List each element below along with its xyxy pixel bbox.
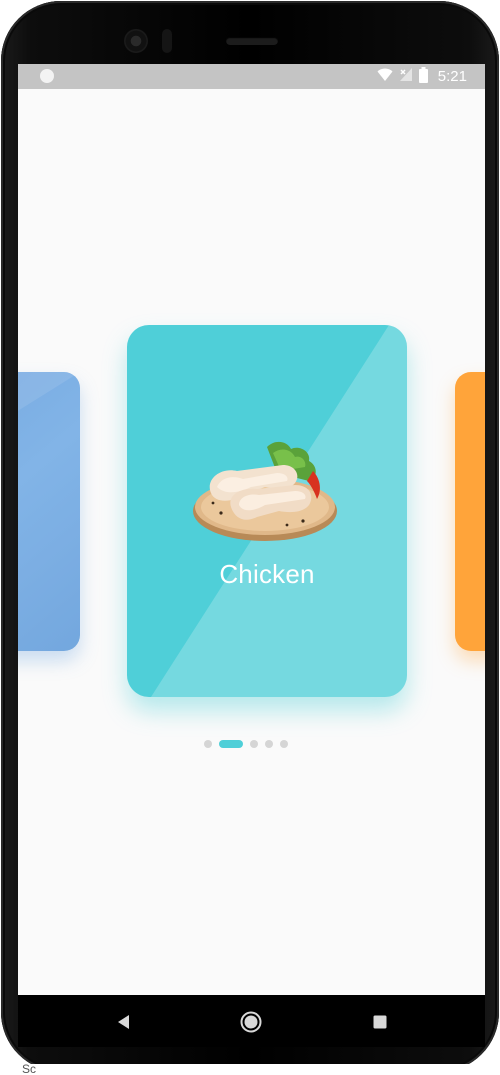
carousel-card-previous[interactable] bbox=[18, 372, 80, 651]
page-dot[interactable] bbox=[204, 740, 212, 748]
chicken-image bbox=[193, 441, 337, 541]
earpiece-speaker bbox=[226, 37, 278, 45]
signal-icon bbox=[399, 67, 413, 86]
category-carousel[interactable]: Chicken bbox=[18, 89, 485, 995]
below-device-text: Sc bbox=[22, 1064, 37, 1075]
proximity-sensor bbox=[162, 29, 172, 53]
card-shine-decoration bbox=[18, 372, 80, 651]
front-camera bbox=[124, 29, 148, 53]
app-screen: 5:21 Chicken bbox=[18, 64, 485, 995]
battery-icon bbox=[418, 66, 428, 87]
back-icon[interactable] bbox=[110, 1009, 136, 1035]
page-background-strip bbox=[0, 1064, 500, 1075]
carousel-card-next[interactable] bbox=[455, 372, 485, 651]
status-time: 5:21 bbox=[437, 68, 467, 85]
notification-dot-icon bbox=[40, 69, 54, 83]
carousel-card-active[interactable]: Chicken bbox=[127, 325, 407, 697]
phone-frame: 5:21 Chicken Sc bbox=[0, 0, 500, 1075]
system-navigation-bar bbox=[18, 995, 485, 1047]
home-icon[interactable] bbox=[238, 1009, 264, 1035]
page-dot[interactable] bbox=[250, 740, 258, 748]
status-bar: 5:21 bbox=[18, 64, 485, 89]
page-dot[interactable] bbox=[280, 740, 288, 748]
recents-icon[interactable] bbox=[367, 1009, 393, 1035]
wifi-icon bbox=[377, 67, 393, 86]
page-indicator bbox=[204, 739, 288, 749]
page-dot-active[interactable] bbox=[219, 740, 243, 748]
card-title: Chicken bbox=[219, 559, 315, 589]
status-icons: 5:21 bbox=[377, 66, 467, 87]
page-dot[interactable] bbox=[265, 740, 273, 748]
